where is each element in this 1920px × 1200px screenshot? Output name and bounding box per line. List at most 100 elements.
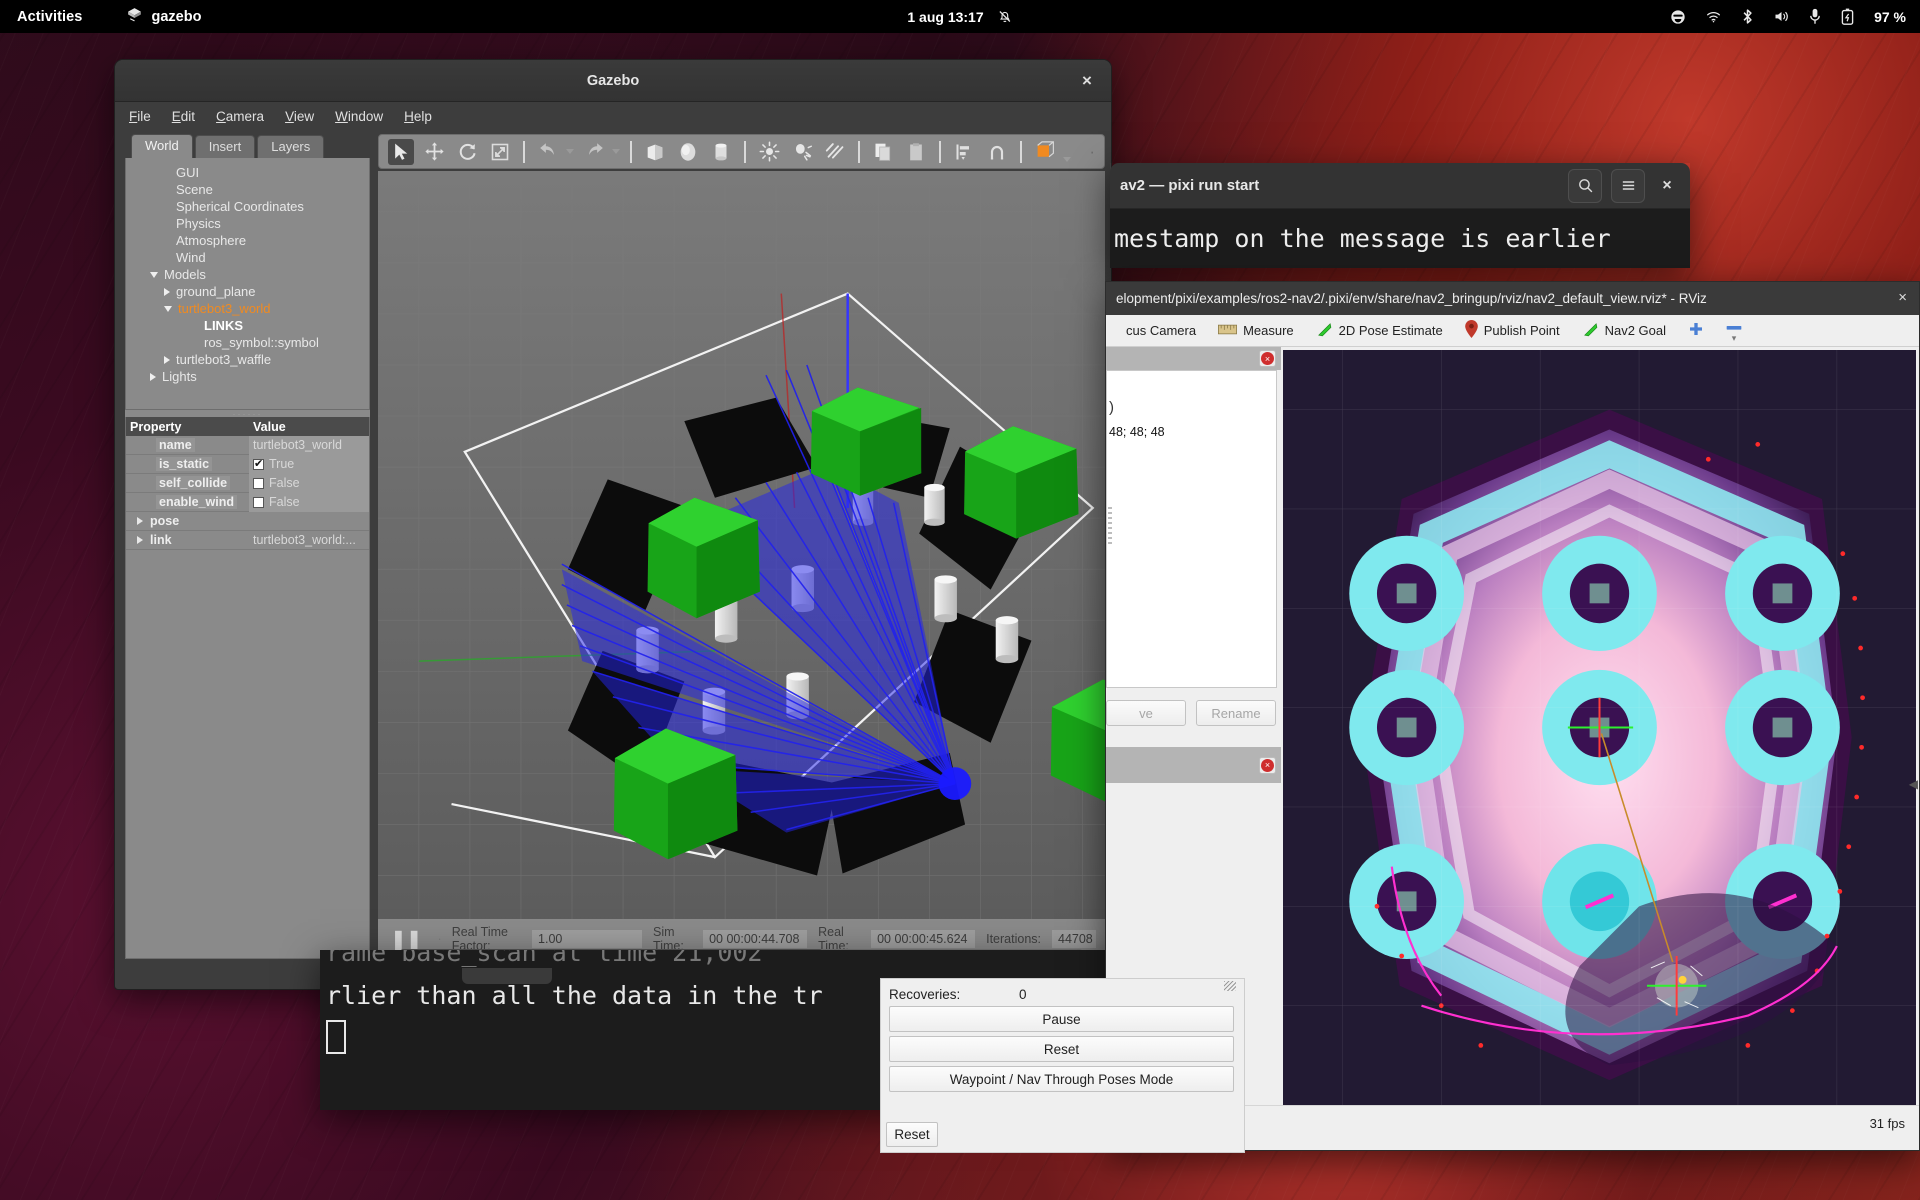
redo-dropdown-icon[interactable]	[612, 149, 620, 154]
rviz-tool-add[interactable]	[1688, 321, 1704, 340]
scale-icon[interactable]	[487, 139, 513, 165]
tree-item[interactable]: LINKS	[150, 317, 369, 334]
pause-button[interactable]: Pause	[889, 1006, 1234, 1032]
list-item[interactable]: 48; 48; 48	[1107, 421, 1276, 442]
box-icon[interactable]	[642, 139, 668, 165]
directional-light-icon[interactable]	[822, 139, 848, 165]
redo-icon[interactable]	[581, 139, 607, 165]
gazebo-menubar[interactable]: File Edit Camera View Window Help	[115, 102, 1111, 130]
tree-item[interactable]: Physics	[150, 215, 369, 232]
pixi-terminal-output[interactable]: mestamp on the message is earlier	[1110, 209, 1690, 268]
tab-insert[interactable]: Insert	[195, 135, 256, 158]
undo-dropdown-icon[interactable]	[566, 149, 574, 154]
property-row[interactable]: nameturtlebot3_world	[126, 436, 369, 455]
hamburger-menu-icon[interactable]	[1611, 169, 1645, 203]
toolbar-overflow-icon[interactable]: ·	[1089, 142, 1095, 162]
close-panel-icon[interactable]: ×	[1259, 757, 1276, 774]
tab-layers[interactable]: Layers	[257, 135, 324, 158]
gazebo-titlebar[interactable]: Gazebo ×	[115, 60, 1111, 102]
search-icon[interactable]	[1568, 169, 1602, 203]
gazebo-close-button[interactable]: ×	[1077, 71, 1097, 91]
panel-grip-icon[interactable]	[1224, 981, 1236, 991]
rviz-tool-publish-point[interactable]: Publish Point	[1465, 320, 1560, 341]
gazebo-toolbar[interactable]: ·	[378, 134, 1105, 169]
rviz-tool-remove[interactable]: ▾	[1726, 320, 1742, 342]
tree-item[interactable]: turtlebot3_waffle	[150, 351, 369, 368]
tree-item[interactable]: Scene	[150, 181, 369, 198]
gazebo-3d-viewport[interactable]	[378, 171, 1105, 919]
remove-button[interactable]: ve	[1106, 700, 1186, 726]
active-app-indicator[interactable]: gazebo	[126, 6, 201, 27]
system-status-area[interactable]: 97 %	[1670, 8, 1906, 25]
menu-camera[interactable]: Camera	[216, 109, 264, 124]
property-value-cell[interactable]: False	[249, 493, 369, 512]
tree-item[interactable]: Wind	[150, 249, 369, 266]
pause-icon[interactable]: ❚❚	[390, 927, 422, 952]
menu-edit[interactable]: Edit	[172, 109, 195, 124]
chevron-right-icon[interactable]	[164, 356, 170, 364]
clock-area[interactable]: 1 aug 13:17	[907, 9, 1012, 25]
menu-window[interactable]: Window	[335, 109, 383, 124]
chevron-right-icon[interactable]	[137, 517, 143, 525]
chevron-right-icon[interactable]	[137, 536, 143, 544]
undo-icon[interactable]	[535, 139, 561, 165]
checkbox[interactable]	[253, 478, 264, 489]
world-tree[interactable]: GUISceneSpherical CoordinatesPhysicsAtmo…	[125, 158, 370, 410]
chevron-down-icon[interactable]	[164, 306, 172, 312]
rename-button[interactable]: Rename	[1196, 700, 1276, 726]
checkbox[interactable]	[253, 497, 264, 508]
property-value-cell[interactable]: False	[249, 474, 369, 493]
window-drag-handle[interactable]	[462, 968, 552, 984]
checkbox[interactable]	[253, 459, 264, 470]
reset-button[interactable]: Reset	[889, 1036, 1234, 1062]
property-value-cell[interactable]	[249, 512, 369, 531]
tree-item[interactable]: ground_plane	[150, 283, 369, 300]
close-icon[interactable]: ×	[1654, 169, 1680, 203]
rviz-titlebar[interactable]: elopment/pixi/examples/ros2-nav2/.pixi/e…	[1106, 282, 1919, 315]
collapse-left-icon[interactable]: ◀	[1909, 777, 1918, 791]
chevron-down-icon[interactable]	[150, 272, 158, 278]
rviz-tool-focus-camera[interactable]: cus Camera	[1120, 323, 1196, 338]
property-value-cell[interactable]: True	[249, 455, 369, 474]
rviz-tool-nav2-goal[interactable]: Nav2 Goal	[1582, 321, 1666, 341]
tree-item[interactable]: turtlebot3_world	[150, 300, 369, 317]
snap-icon[interactable]	[984, 139, 1010, 165]
translate-icon[interactable]	[421, 139, 447, 165]
copy-icon[interactable]	[870, 139, 896, 165]
activities-button[interactable]: Activities	[17, 9, 82, 25]
property-row[interactable]: enable_windFalse	[126, 493, 369, 512]
tree-item[interactable]: GUI	[150, 164, 369, 181]
property-row[interactable]: self_collideFalse	[126, 474, 369, 493]
align-icon[interactable]	[951, 139, 977, 165]
rviz-tool-measure[interactable]: Measure	[1218, 323, 1294, 338]
rviz-close-button[interactable]: ×	[1898, 289, 1907, 306]
chevron-right-icon[interactable]	[164, 288, 170, 296]
list-item[interactable]: )	[1107, 393, 1276, 421]
pixi-terminal-titlebar[interactable]: av2 — pixi run start ×	[1110, 163, 1690, 209]
paste-icon[interactable]	[903, 139, 929, 165]
tab-world[interactable]: World	[131, 134, 193, 158]
close-panel-icon[interactable]: ×	[1259, 350, 1276, 367]
panel-reset-button[interactable]: Reset	[886, 1122, 938, 1147]
property-value-cell[interactable]: turtlebot3_world	[249, 436, 369, 455]
rviz-panel-buttons[interactable]: ve Rename	[1106, 688, 1281, 726]
waypoint-mode-button[interactable]: Waypoint / Nav Through Poses Mode	[889, 1066, 1234, 1092]
rviz-toolbar[interactable]: cus Camera Measure 2D Pose Estimate Publ…	[1106, 315, 1919, 347]
point-light-icon[interactable]	[756, 139, 782, 165]
tree-item[interactable]: Atmosphere	[150, 232, 369, 249]
panel-resize-grip[interactable]	[1108, 507, 1112, 547]
tree-item[interactable]: Models	[150, 266, 369, 283]
cylinder-icon[interactable]	[708, 139, 734, 165]
toolbar-overflow-caret-icon[interactable]: ▾	[1732, 335, 1737, 342]
step-dot-icon[interactable]: ·	[438, 932, 442, 946]
property-value-cell[interactable]: turtlebot3_world:...	[249, 531, 369, 550]
select-arrow-icon[interactable]	[388, 139, 414, 165]
costmap-render[interactable]	[1283, 350, 1916, 1105]
property-row[interactable]: linkturtlebot3_world:...	[126, 531, 369, 550]
spot-light-icon[interactable]	[789, 139, 815, 165]
menu-help[interactable]: Help	[404, 109, 432, 124]
rotate-icon[interactable]	[454, 139, 480, 165]
pixi-terminal-window-buttons[interactable]: ×	[1568, 169, 1690, 203]
sphere-icon[interactable]	[675, 139, 701, 165]
tree-item[interactable]: ros_symbol::symbol	[150, 334, 369, 351]
